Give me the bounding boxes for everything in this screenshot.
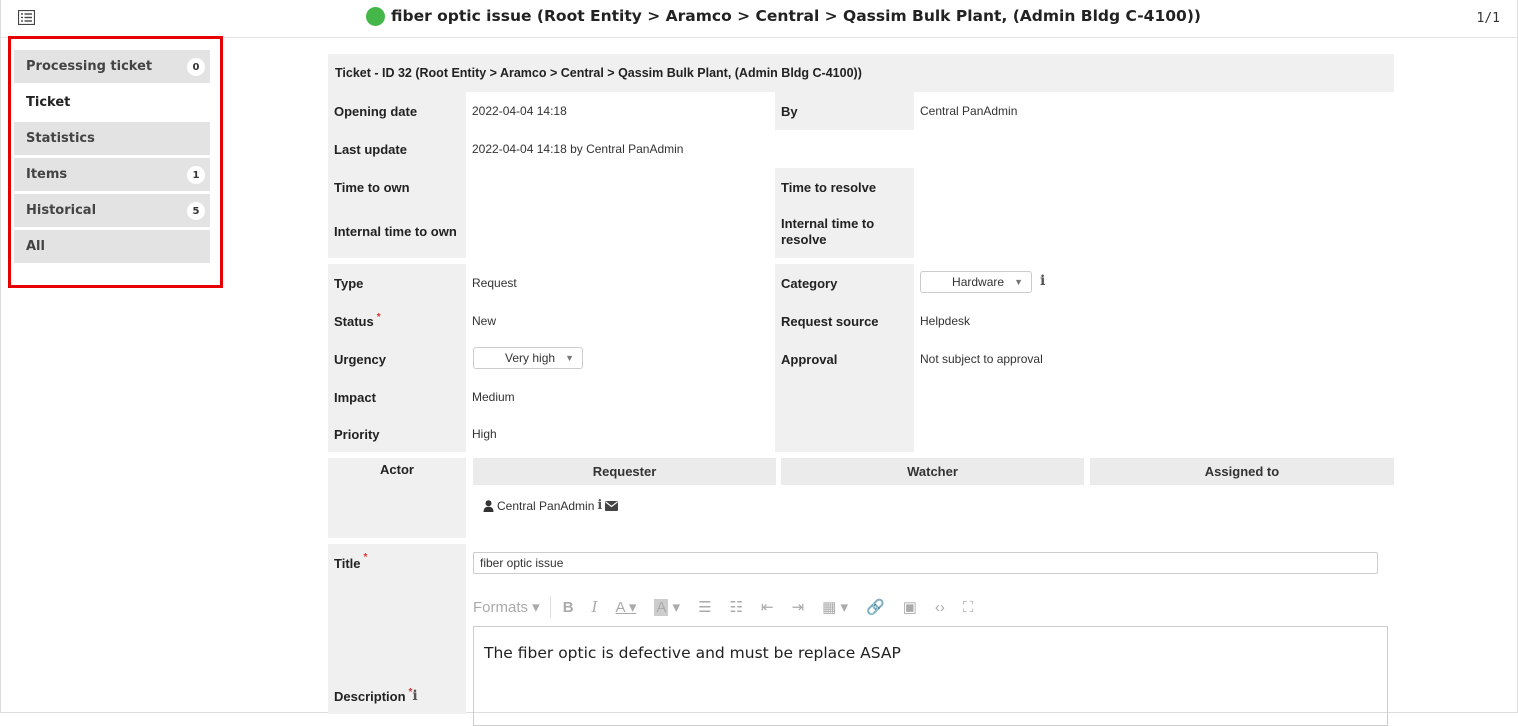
tab-label: Items [26, 167, 68, 182]
tab-all[interactable]: All [14, 230, 210, 263]
priority-label: Priority [328, 416, 466, 452]
required-mark: * [376, 311, 381, 323]
info-icon[interactable]: i [1040, 273, 1045, 289]
urgency-selected: Very high [505, 351, 556, 365]
list-view-icon[interactable] [18, 10, 35, 25]
bullet-list-icon[interactable]: ☰ [698, 598, 711, 616]
count-badge: 0 [187, 58, 205, 76]
category-label: Category [775, 264, 914, 302]
indent-icon[interactable]: ⇥ [792, 598, 805, 616]
image-icon[interactable]: ▣ [903, 598, 917, 616]
urgency-select[interactable]: Very high ▼ [473, 347, 583, 369]
description-label: Description * i [334, 686, 418, 705]
info-icon[interactable]: i [597, 498, 602, 513]
text-color-icon[interactable]: A ▾ [616, 598, 637, 616]
title-input[interactable]: fiber optic issue [473, 552, 1378, 574]
fullscreen-icon[interactable]: ⛶ [963, 599, 974, 616]
tab-label: All [26, 239, 45, 254]
chevron-down-icon: ▼ [565, 353, 574, 363]
toolbar-divider [549, 596, 551, 618]
opening-date-value: 2022-04-04 14:18 [472, 104, 567, 118]
italic-icon[interactable]: I [592, 598, 598, 616]
pager: 1/1 [1476, 11, 1500, 26]
status-label: Status * [328, 302, 466, 340]
opening-date-label: Opening date [328, 92, 466, 130]
time-to-own-label: Time to own [328, 168, 466, 206]
tab-historical[interactable]: Historical 5 [14, 194, 210, 227]
approval-value: Not subject to approval [920, 352, 1043, 366]
description-editor[interactable]: The fiber optic is defective and must be… [473, 626, 1388, 726]
by-label: By [775, 92, 914, 130]
category-select[interactable]: Hardware ▼ [920, 271, 1032, 293]
request-source-value: Helpdesk [920, 314, 971, 328]
page-title: fiber optic issue (Root Entity > Aramco … [366, 5, 1201, 27]
status-value: New [472, 314, 497, 328]
type-label: Type [328, 264, 466, 302]
last-update-label: Last update [328, 130, 466, 168]
required-mark: * [363, 552, 368, 563]
tab-label: Historical [26, 203, 97, 218]
internal-time-to-resolve-label: Internal time to resolve [775, 206, 914, 258]
tab-processing-ticket[interactable]: Processing ticket 0 [14, 50, 210, 83]
approval-label: Approval [775, 340, 914, 378]
requester-name: Central PanAdmin [497, 498, 595, 513]
email-icon[interactable] [605, 500, 619, 511]
status-label-text: Status [334, 313, 374, 329]
internal-time-to-own-label: Internal time to own [328, 206, 466, 258]
requester-header: Requester [473, 458, 776, 485]
by-value: Central PanAdmin [920, 104, 1018, 118]
description-label-text: Description [334, 688, 406, 704]
link-icon[interactable]: 🔗 [866, 598, 885, 616]
ticket-heading: Ticket - ID 32 (Root Entity > Aramco > C… [328, 54, 1394, 92]
top-bar: fiber optic issue (Root Entity > Aramco … [0, 0, 1518, 38]
bold-icon[interactable]: B [563, 599, 574, 616]
tab-ticket[interactable]: Ticket [14, 86, 210, 119]
formats-dropdown[interactable]: Formats ▾ [473, 598, 540, 616]
table-icon[interactable]: ▦ ▾ [822, 598, 848, 616]
count-badge: 1 [187, 166, 205, 184]
status-dot-icon [366, 6, 385, 26]
background-color-icon[interactable]: A ▾ [654, 598, 680, 616]
chevron-down-icon: ▼ [1014, 277, 1023, 287]
tab-label: Ticket [26, 95, 71, 110]
last-update-value: 2022-04-04 14:18 by Central PanAdmin [472, 142, 684, 156]
user-icon [483, 499, 494, 512]
time-to-resolve-label: Time to resolve [775, 168, 914, 206]
impact-label: Impact [328, 378, 466, 416]
request-source-label: Request source [775, 302, 914, 340]
approval-filler [775, 378, 914, 452]
impact-value: Medium [472, 390, 515, 404]
urgency-label: Urgency [328, 340, 466, 378]
tab-label: Processing ticket [26, 59, 153, 74]
outdent-icon[interactable]: ⇤ [761, 598, 774, 616]
formats-label: Formats [473, 599, 529, 616]
required-mark: * [408, 686, 413, 698]
editor-toolbar: Formats ▾ B I A ▾ A ▾ ☰ ☷ ⇤ ⇥ ▦ ▾ 🔗 ▣ ‹›… [473, 594, 991, 620]
code-icon[interactable]: ‹› [935, 599, 945, 616]
assigned-to-header: Assigned to [1090, 458, 1394, 485]
priority-value: High [472, 427, 497, 441]
numbered-list-icon[interactable]: ☷ [730, 598, 743, 616]
watcher-header: Watcher [781, 458, 1084, 485]
type-value: Request [472, 276, 517, 290]
requester-entry[interactable]: Central PanAdmin i [483, 498, 619, 513]
category-selected: Hardware [952, 275, 1005, 289]
tab-label: Statistics [26, 131, 95, 146]
tab-items[interactable]: Items 1 [14, 158, 210, 191]
count-badge: 5 [187, 202, 205, 220]
info-icon[interactable]: i [412, 688, 417, 704]
actor-label: Actor [328, 458, 466, 538]
title-label-text: Title [334, 556, 361, 571]
page-title-text: fiber optic issue (Root Entity > Aramco … [391, 7, 1201, 25]
tab-statistics[interactable]: Statistics [14, 122, 210, 155]
